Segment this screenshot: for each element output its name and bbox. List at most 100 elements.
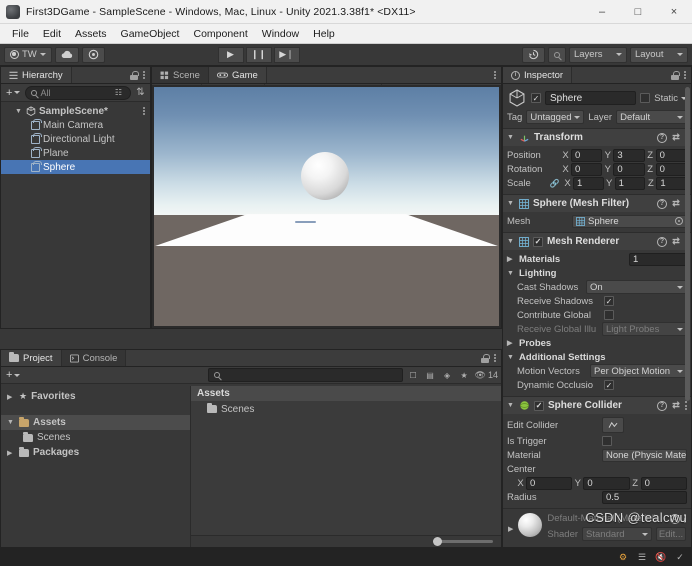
hierarchy-menu-icon[interactable] bbox=[143, 70, 145, 80]
materials-section[interactable]: ▶ Materials bbox=[507, 253, 626, 266]
menu-help[interactable]: Help bbox=[306, 24, 342, 44]
project-tree-item-packages[interactable]: ▶ Packages bbox=[1, 445, 190, 460]
mute-icon[interactable]: 🔇 bbox=[655, 551, 667, 563]
motion-vectors-dropdown[interactable]: Per Object Motion bbox=[590, 364, 687, 378]
lock-icon[interactable] bbox=[130, 70, 139, 80]
project-add-button[interactable]: + bbox=[4, 369, 22, 381]
help-icon[interactable]: ? bbox=[657, 198, 667, 209]
twisty-icon[interactable]: ▼ bbox=[507, 354, 515, 361]
filter-type-icon[interactable]: ▤ bbox=[424, 369, 437, 382]
project-menu-icon[interactable] bbox=[494, 353, 496, 363]
component-transform-header[interactable]: ▼ Transform ? ⇄ bbox=[503, 129, 691, 146]
constrain-proportions-icon[interactable]: 🔗 bbox=[548, 177, 561, 189]
tab-console[interactable]: Console bbox=[61, 350, 127, 366]
project-content-item-scenes[interactable]: Scenes bbox=[191, 401, 501, 417]
probes-section-head[interactable]: ▶ Probes bbox=[507, 337, 551, 350]
rotation-y-input[interactable]: 0 bbox=[613, 162, 645, 176]
services-button[interactable] bbox=[81, 46, 105, 63]
twisty-icon[interactable]: ▼ bbox=[507, 238, 515, 245]
gameobject-enabled-checkbox[interactable]: ✓ bbox=[531, 93, 541, 103]
edit-collider-button[interactable] bbox=[602, 417, 624, 433]
materials-count-input[interactable]: 1 bbox=[629, 252, 687, 266]
cast-shadows-dropdown[interactable]: On bbox=[586, 280, 687, 294]
maximize-button[interactable]: □ bbox=[620, 0, 656, 24]
menu-edit[interactable]: Edit bbox=[36, 24, 68, 44]
component-mesh-renderer-header[interactable]: ▼ ✓ Mesh Renderer ? ⇄ bbox=[503, 233, 691, 250]
search-in-packages-icon[interactable]: ☐ bbox=[407, 369, 420, 382]
thumbnail-size-slider[interactable] bbox=[433, 537, 493, 546]
mesh-object-field[interactable]: Sphere bbox=[572, 214, 687, 228]
layers-dropdown[interactable]: Layers bbox=[568, 46, 627, 63]
cloud-button[interactable] bbox=[54, 46, 79, 63]
minimize-button[interactable]: – bbox=[584, 0, 620, 24]
tab-hierarchy[interactable]: Hierarchy bbox=[1, 67, 72, 83]
scale-y-input[interactable]: 1 bbox=[614, 176, 646, 190]
step-button[interactable]: ▶❘ bbox=[273, 46, 300, 63]
preset-icon[interactable]: ⇄ bbox=[671, 198, 681, 209]
contribute-global-checkbox[interactable] bbox=[604, 310, 614, 320]
close-button[interactable]: × bbox=[656, 0, 692, 24]
menu-component[interactable]: Component bbox=[186, 24, 254, 44]
static-label-group[interactable]: Static bbox=[654, 93, 687, 104]
gameobject-name-input[interactable]: Sphere bbox=[545, 91, 637, 105]
shader-dropdown[interactable]: Standard bbox=[582, 527, 652, 541]
project-tree-item-assets[interactable]: ▼ Assets bbox=[1, 415, 190, 430]
additional-settings-head[interactable]: ▼ Additional Settings bbox=[507, 351, 606, 364]
rotation-z-input[interactable]: 0 bbox=[655, 162, 687, 176]
undo-history-button[interactable] bbox=[521, 46, 545, 63]
play-button[interactable]: ▶ bbox=[217, 46, 244, 63]
menu-gameobject[interactable]: GameObject bbox=[114, 24, 187, 44]
lock-icon[interactable] bbox=[671, 70, 680, 80]
collab-icon[interactable]: ⚙ bbox=[617, 551, 629, 563]
project-tree-item-favorites[interactable]: ▶ ★ Favorites bbox=[1, 389, 190, 404]
position-y-input[interactable]: 3 bbox=[613, 148, 645, 162]
tab-game[interactable]: Game bbox=[208, 67, 267, 83]
twisty-icon[interactable]: ▼ bbox=[15, 108, 23, 115]
thumbnail-size-knob[interactable] bbox=[433, 537, 442, 546]
component-sphere-collider-header[interactable]: ▼ ✓ Sphere Collider ? ⇄ bbox=[503, 397, 691, 414]
hierarchy-search-input[interactable]: All ☷ bbox=[25, 85, 131, 100]
layer-dropdown[interactable]: Default bbox=[616, 110, 687, 124]
inspector-scrollbar-thumb[interactable] bbox=[685, 87, 690, 401]
scene-menu-icon[interactable] bbox=[143, 106, 150, 116]
position-x-input[interactable]: 0 bbox=[571, 148, 603, 162]
filter-label-icon[interactable]: ◈ bbox=[441, 369, 454, 382]
hierarchy-item-plane[interactable]: Plane bbox=[1, 146, 150, 160]
sphere-collider-enabled-checkbox[interactable]: ✓ bbox=[534, 400, 544, 411]
shader-edit-button[interactable]: Edit... bbox=[656, 527, 686, 541]
lighting-section[interactable]: ▼ Lighting bbox=[507, 266, 687, 280]
game-viewport[interactable] bbox=[152, 85, 501, 328]
tag-dropdown[interactable]: Untagged bbox=[526, 110, 585, 124]
twisty-icon[interactable]: ▼ bbox=[507, 200, 515, 207]
scale-z-input[interactable]: 1 bbox=[656, 176, 688, 190]
lock-icon[interactable] bbox=[481, 353, 490, 363]
inspector-menu-icon[interactable] bbox=[684, 70, 686, 80]
search-button[interactable] bbox=[547, 46, 566, 63]
center-y-input[interactable]: 0 bbox=[583, 476, 630, 490]
mesh-renderer-enabled-checkbox[interactable]: ✓ bbox=[533, 236, 543, 247]
help-icon[interactable]: ? bbox=[657, 132, 667, 143]
hierarchy-item-samplescene[interactable]: ▼ SampleScene* bbox=[1, 104, 150, 118]
pause-button[interactable]: ❙❙ bbox=[245, 46, 272, 63]
hierarchy-item-directional-light[interactable]: Directional Light bbox=[1, 132, 150, 146]
position-z-input[interactable]: 0 bbox=[655, 148, 687, 162]
favorites-filter-icon[interactable]: ★ bbox=[458, 369, 471, 382]
is-trigger-checkbox[interactable] bbox=[602, 436, 612, 446]
layout-dropdown[interactable]: Layout bbox=[629, 46, 688, 63]
scale-x-input[interactable]: 1 bbox=[573, 176, 604, 190]
menu-window[interactable]: Window bbox=[255, 24, 306, 44]
tab-project[interactable]: Project bbox=[1, 350, 62, 366]
twisty-icon[interactable]: ▶ bbox=[507, 255, 515, 263]
check-icon[interactable]: ✓ bbox=[674, 551, 686, 563]
twisty-icon[interactable]: ▶ bbox=[7, 393, 15, 401]
preset-icon[interactable]: ⇄ bbox=[671, 236, 681, 247]
twisty-icon[interactable]: ▼ bbox=[507, 402, 515, 409]
component-mesh-filter-header[interactable]: ▼ Sphere (Mesh Filter) ? ⇄ bbox=[503, 195, 691, 212]
preset-icon[interactable]: ⇄ bbox=[671, 400, 681, 411]
project-tree-item-scenes[interactable]: Scenes bbox=[1, 430, 190, 445]
receive-shadows-checkbox[interactable]: ✓ bbox=[604, 296, 614, 306]
static-checkbox[interactable] bbox=[640, 93, 651, 103]
gameview-menu-icon[interactable] bbox=[494, 70, 496, 80]
materials-row[interactable]: ▶ Materials 1 bbox=[507, 252, 687, 266]
sort-icon[interactable]: ⇅ bbox=[134, 86, 147, 99]
